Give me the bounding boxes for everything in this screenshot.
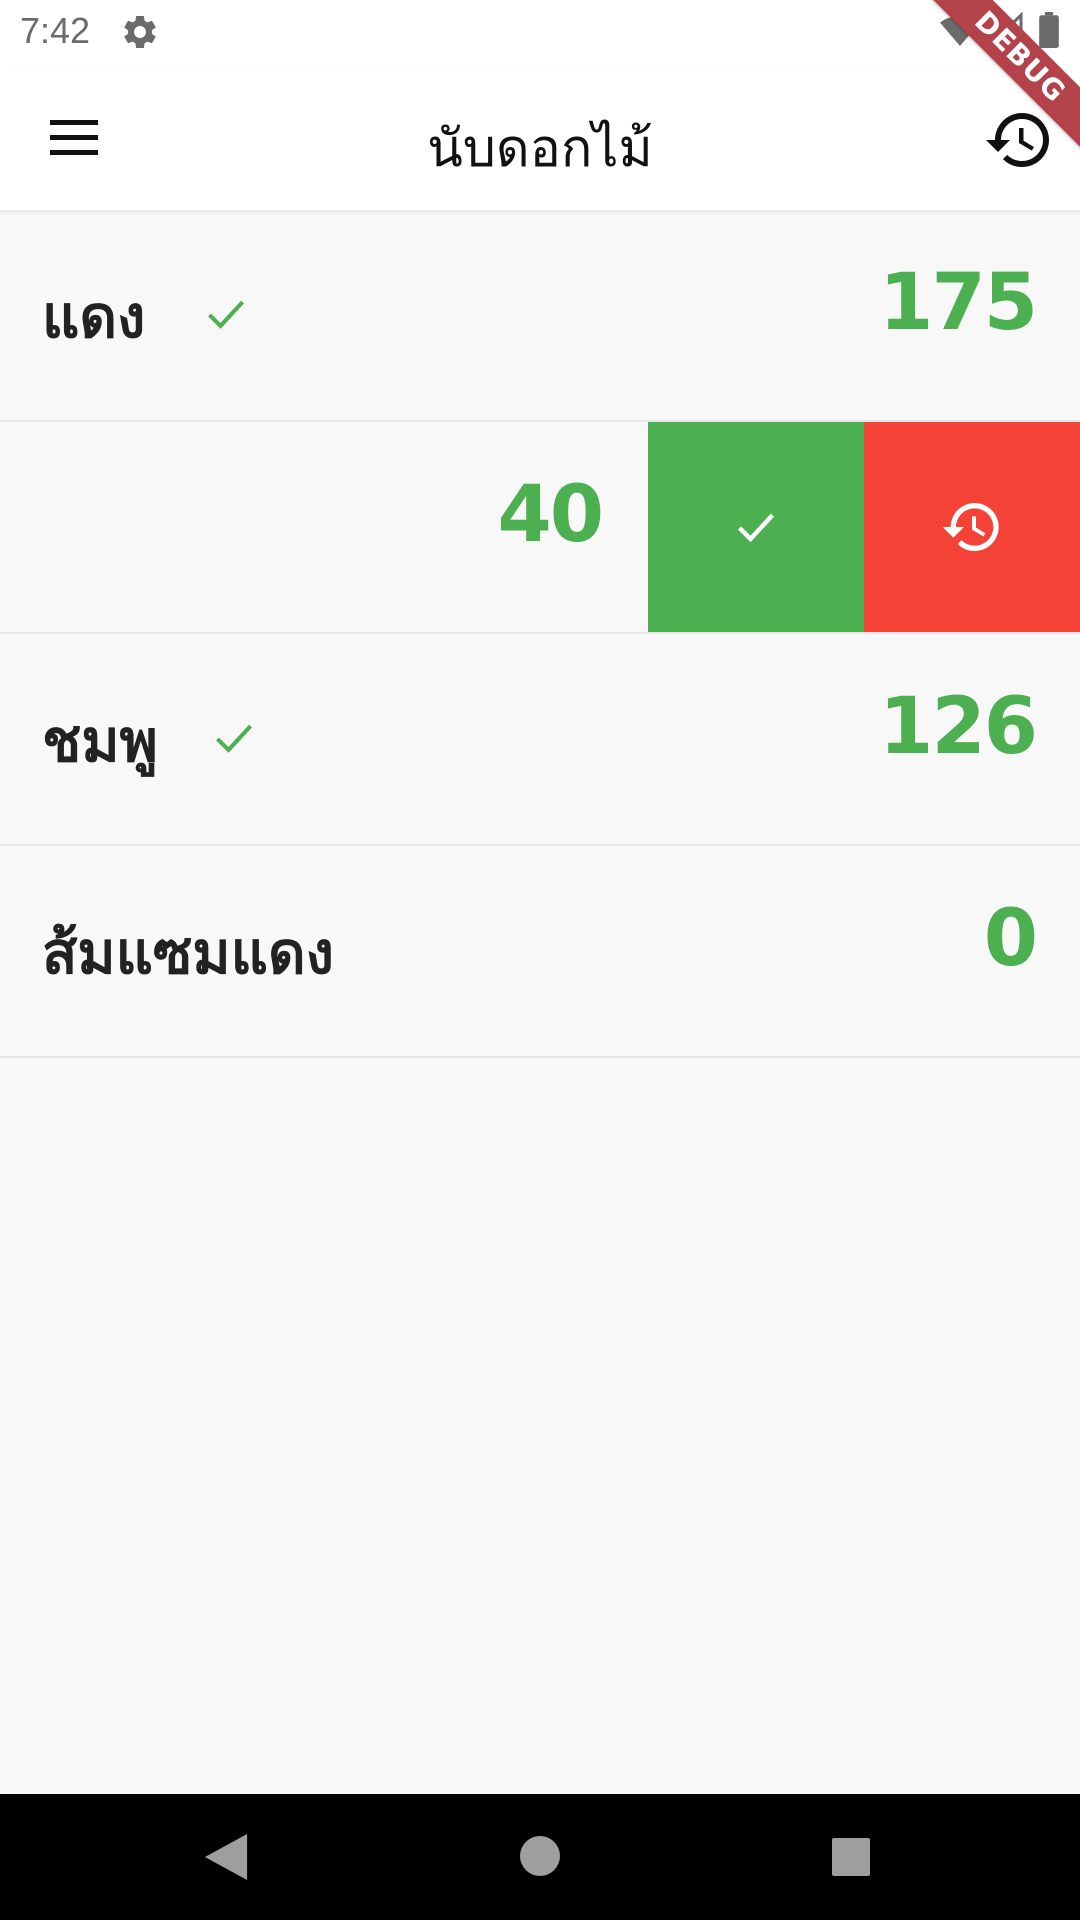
app-screen: 7:42 DEBUG นับดอกไม้ แดง 175 40 ชมพู 126… (0, 0, 1080, 1920)
list-item[interactable]: แดง 175 (0, 210, 1080, 422)
row-count: 0 (983, 894, 1038, 984)
home-icon[interactable] (520, 1836, 560, 1876)
page-title: นับดอกไม้ (427, 119, 653, 179)
recents-icon[interactable] (832, 1838, 870, 1876)
flower-list: แดง 175 40 ชมพู 126 ส้มแซมแดง 0 (0, 210, 1080, 1058)
back-icon[interactable] (204, 1834, 248, 1880)
row-name: ส้มแซมแดง (42, 919, 334, 987)
check-icon (208, 300, 244, 329)
gear-icon (124, 15, 156, 48)
status-time: 7:42 (20, 10, 91, 51)
check-icon (737, 513, 775, 543)
status-bar: 7:42 (0, 0, 1080, 66)
row-count: 126 (879, 682, 1038, 772)
list-item[interactable]: ส้มแซมแดง 0 (0, 846, 1080, 1058)
list-item[interactable]: ชมพู 126 (0, 634, 1080, 846)
row-count: 40 (497, 470, 604, 560)
row-name: แดง (42, 283, 146, 351)
battery-icon (1039, 12, 1059, 48)
history-action-button[interactable] (864, 422, 1080, 632)
history-icon (942, 503, 999, 551)
check-icon (216, 724, 252, 753)
navigation-bar (0, 1794, 1080, 1920)
list-item[interactable]: 40 (0, 422, 1080, 634)
row-count: 175 (879, 258, 1038, 348)
row-name: ชมพู (42, 707, 158, 775)
app-bar: นับดอกไม้ (0, 66, 1080, 210)
confirm-action-button[interactable] (648, 422, 864, 632)
